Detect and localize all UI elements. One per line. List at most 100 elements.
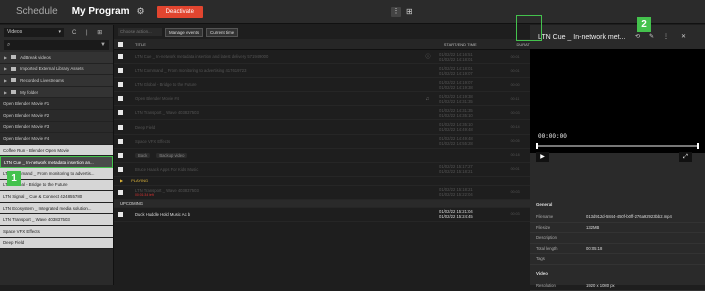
row-title-text: LTN Cue _ In-network metadata insertion …: [135, 54, 268, 59]
library-item[interactable]: Open Blender Movie #2: [0, 110, 113, 122]
library-sidebar: Videos ▾ C | ⊞ ⌕ ▼ ▶ AdBreak videos ▶Impor…: [0, 25, 114, 285]
row-title-text: LTN Global - Bridge to the Future: [135, 82, 197, 87]
folder-item[interactable]: ▶Imported External Library Assets: [0, 64, 113, 76]
table-row[interactable]: Deep Field01/02/22 14:35:1001/02/22 14:4…: [114, 120, 530, 134]
library-item-label: Coffee Run - Blender Open Movie: [3, 148, 69, 153]
row-title: Bruce Haack Apps For Kids Music: [135, 167, 425, 172]
table-row[interactable]: Duck Huddle Hold Music Ac b 01/02/22 15:2…: [114, 208, 530, 222]
row-checkbox[interactable]: [118, 54, 123, 59]
folder-item[interactable]: ▶Recorded Livestreams: [0, 75, 113, 87]
seek-bar[interactable]: [536, 145, 699, 147]
row-title: LTN Command _ From monitoring to adverti…: [135, 68, 425, 73]
library-item[interactable]: LTN Transport _ Wave 403837503: [0, 214, 113, 226]
manage-events-button[interactable]: Manage events: [165, 28, 203, 37]
seek-handle[interactable]: [536, 143, 538, 149]
column-duration[interactable]: DURAT: [517, 42, 530, 47]
chevron-right-icon[interactable]: ▶: [4, 90, 7, 95]
gear-icon[interactable]: ⚙: [137, 6, 145, 17]
library-item[interactable]: Deep Field: [0, 238, 113, 250]
row-time: 01/02/22 15:21:0401/02/22 15:24:45: [439, 209, 511, 219]
row-title-text: LTN Transport _ Wave 403837503: [135, 110, 199, 115]
chevron-right-icon[interactable]: ▶: [4, 78, 7, 83]
chevron-right-icon[interactable]: ▶: [4, 55, 7, 60]
close-icon[interactable]: ✕: [681, 33, 686, 40]
metadata-row[interactable]: Tags: [530, 254, 705, 265]
column-title[interactable]: TITLE: [135, 42, 444, 47]
filter-icon[interactable]: ▼: [100, 42, 106, 48]
deactivate-button[interactable]: Deactivate: [157, 6, 203, 18]
row-checkbox[interactable]: [118, 212, 123, 217]
schedule-link[interactable]: Schedule: [16, 6, 58, 17]
row-checkbox[interactable]: [118, 125, 123, 130]
row-title-text: Backup video: [156, 153, 187, 158]
chevron-right-icon[interactable]: ▶: [4, 66, 7, 71]
playing-label: PLAYING: [131, 178, 148, 183]
end-time: 01/02/22 14:55:28: [439, 141, 511, 146]
library-item-label: LTN Transport _ Wave 403837503: [3, 217, 70, 222]
row-checkbox[interactable]: [118, 82, 123, 87]
metadata-row: Filename013d912d-5844-450f-b0ff-276a9292…: [530, 212, 705, 223]
table-row[interactable]: LTN Cue _ In-network metadata insertion …: [114, 50, 530, 64]
library-item[interactable]: Coffee Run - Blender Open Movie: [0, 145, 113, 157]
library-item-label: My folder: [20, 90, 38, 95]
folder-item[interactable]: ▶ AdBreak videos: [0, 52, 113, 64]
row-checkbox[interactable]: [118, 190, 123, 195]
edit-icon[interactable]: ✎: [649, 33, 654, 40]
library-item[interactable]: LTN Cue _ In-network metadata insertion …: [0, 156, 113, 168]
folder-item[interactable]: ▶ My folder: [0, 87, 113, 99]
row-checkbox[interactable]: [118, 139, 123, 144]
library-item[interactable]: Space VFX Effects: [0, 226, 113, 238]
more-icon[interactable]: ⋮: [391, 7, 401, 17]
library-item[interactable]: Open Blender Movie #4: [0, 133, 113, 145]
column-time[interactable]: START/END TIME: [444, 42, 517, 47]
library-search-input[interactable]: ⌕ ▼: [4, 40, 109, 50]
row-time: 01/02/22 14:31:3501/02/22 14:35:10: [439, 108, 511, 118]
refresh-icon[interactable]: C | ⊞: [72, 29, 106, 36]
row-checkbox[interactable]: [118, 68, 123, 73]
metadata-section-title: Video: [530, 271, 705, 279]
library-item-label: Space VFX Effects: [3, 229, 40, 234]
table-row[interactable]: LTN Transport _ Wave 40383750300:01:34 l…: [114, 186, 530, 200]
row-checkbox[interactable]: [118, 96, 123, 101]
table-row[interactable]: LTN Command _ From monitoring to adverti…: [114, 64, 530, 78]
library-item-label: AdBreak videos: [20, 55, 51, 60]
library-item-label: LTN Signal _ Cue & Connect 424855780: [3, 194, 82, 199]
layout-icon[interactable]: ⊞: [406, 7, 413, 16]
play-icon[interactable]: ▶: [536, 152, 549, 162]
library-item[interactable]: Open Blender Movie #1: [0, 98, 113, 110]
table-row[interactable]: BackBackup video00:18: [114, 149, 530, 163]
row-checkbox[interactable]: [118, 110, 123, 115]
metadata-row[interactable]: Description: [530, 233, 705, 244]
row-title: Open Blender Movie #4: [135, 96, 425, 101]
end-time: 01/02/22 15:18:21: [439, 169, 511, 174]
row-time: 01/02/22 14:35:1001/02/22 14:49:48: [439, 122, 511, 132]
playing-section-label: ▶PLAYING: [114, 177, 530, 186]
more-icon[interactable]: ⋮: [663, 33, 669, 40]
row-title: BackBackup video: [135, 153, 425, 158]
row-title-text: Duck Huddle Hold Music Ac b: [135, 212, 190, 217]
row-checkbox[interactable]: [118, 153, 123, 158]
current-time-button[interactable]: Current time: [206, 28, 238, 37]
row-checkbox[interactable]: [118, 167, 123, 172]
row-duration: 00:03: [511, 212, 530, 216]
table-row[interactable]: Space VFX Effects01/02/22 14:49:4801/02/…: [114, 135, 530, 149]
end-time: 01/02/22 14:18:01: [439, 57, 511, 62]
table-row[interactable]: LTN Global - Bridge to the Future 01/02/2…: [114, 78, 530, 92]
video-preview[interactable]: 00:00:00: [530, 49, 705, 153]
history-icon[interactable]: ⟲: [635, 33, 640, 40]
actions-select[interactable]: Choose action...: [118, 28, 162, 36]
select-all-checkbox[interactable]: [118, 42, 123, 47]
fullscreen-icon[interactable]: ⤢: [679, 152, 692, 162]
row-title: Duck Huddle Hold Music Ac b: [135, 212, 425, 217]
end-time: 01/02/22 14:19:38: [439, 85, 511, 90]
library-item[interactable]: Open Blender Movie #3: [0, 122, 113, 134]
table-row[interactable]: Bruce Haack Apps For Kids Music 01/02/22 …: [114, 163, 530, 177]
table-row[interactable]: Open Blender Movie #4♫01/02/22 14:19:380…: [114, 92, 530, 106]
table-row[interactable]: LTN Transport _ Wave 403837503 01/02/22 1…: [114, 106, 530, 120]
library-type-select[interactable]: Videos ▾: [4, 28, 64, 37]
metadata-row: Filesize132MB: [530, 223, 705, 234]
row-status-icon: ⓘ: [425, 53, 439, 60]
library-item[interactable]: LTN Signal _ Cue & Connect 424855780: [0, 191, 113, 203]
schedule-table: Choose action... Manage events Current t…: [114, 25, 530, 285]
library-item[interactable]: LTN Ecosystem _ Integrated media solutio…: [0, 203, 113, 215]
